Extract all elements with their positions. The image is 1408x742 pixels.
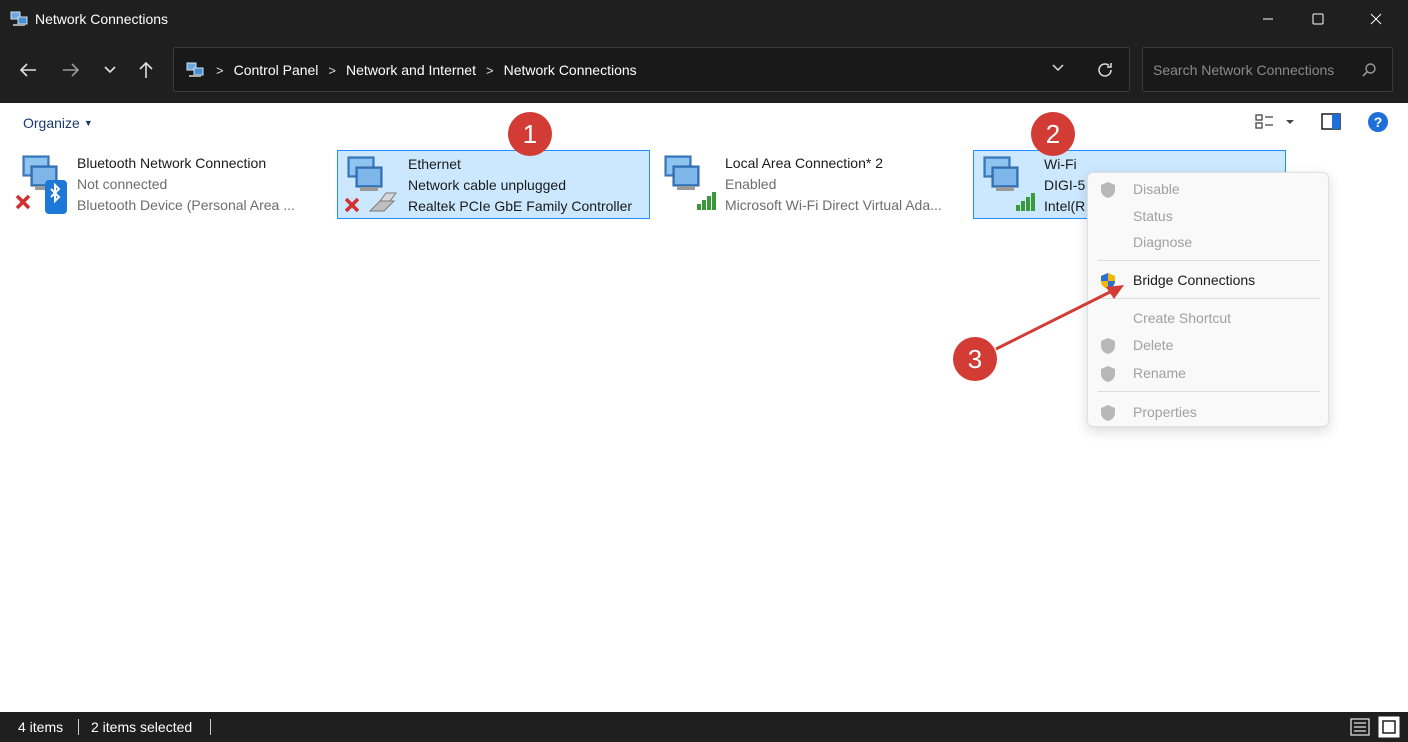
large-icons-view-icon[interactable] xyxy=(1378,716,1400,738)
details-view-icon[interactable] xyxy=(1350,718,1370,736)
item-count: 4 items xyxy=(18,719,64,735)
annotation-arrow-icon xyxy=(995,285,1124,351)
annotation-badge-1: 1 xyxy=(508,112,552,156)
annotation-badge-3: 3 xyxy=(953,337,997,381)
status-divider xyxy=(210,719,211,735)
status-divider xyxy=(78,719,79,735)
status-bar: 4 items 2 items selected xyxy=(0,712,1408,742)
annotation-badge-2: 2 xyxy=(1031,112,1075,156)
selected-count: 2 items selected xyxy=(91,719,193,735)
